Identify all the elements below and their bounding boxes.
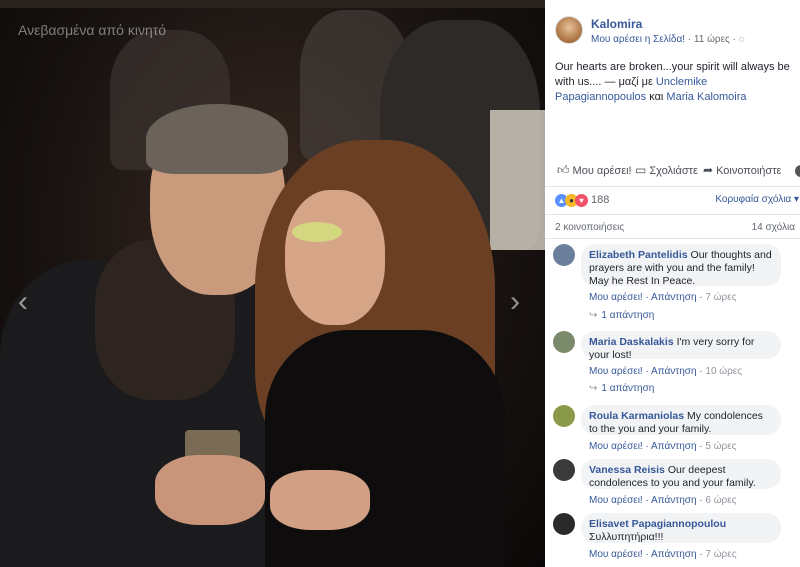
commenter-avatar[interactable] <box>553 244 575 266</box>
post-side-panel: Kalomira Μου αρέσει η Σελίδα! · 11 ώρες … <box>545 0 800 567</box>
post-timestamp[interactable]: 11 ώρες <box>694 34 730 45</box>
comment-reply-link[interactable]: Απάντηση <box>651 495 696 506</box>
next-photo-arrow-icon[interactable]: › <box>510 285 520 319</box>
comment-bubble: Elizabeth Pantelidis Our thoughts and pr… <box>581 244 781 287</box>
commenter-avatar[interactable] <box>553 405 575 427</box>
post-header: Kalomira Μου αρέσει η Σελίδα! · 11 ώρες … <box>555 14 795 50</box>
tag-join: και <box>646 91 667 103</box>
love-reaction-icon: ♥ <box>575 194 588 207</box>
man-hair <box>146 104 288 174</box>
comment-meta: Μου αρέσει! · Απάντηση · 7 ώρες <box>589 292 737 303</box>
comment-author-link[interactable]: Elisavet Papagiannopoulou <box>589 518 726 530</box>
replies-count: 1 απάντηση <box>601 310 655 321</box>
page-name-link[interactable]: Kalomira <box>591 17 642 31</box>
comment-bubble: Roula Karmaniolas My condolences to the … <box>581 405 781 435</box>
upload-source-label: Ανεβασμένα από κινητό <box>18 22 167 38</box>
woman-body <box>265 330 505 567</box>
post-photo[interactable]: Ανεβασμένα από κινητό ‹ › <box>0 0 545 567</box>
post-text: Our hearts are broken...your spirit will… <box>555 60 795 105</box>
comment-timestamp[interactable]: 7 ώρες <box>705 549 736 560</box>
comment-like-link[interactable]: Μου αρέσει! <box>589 549 643 560</box>
reactions-bar[interactable]: ▲ ● ♥ 188 Κορυφαία σχόλια ▾ <box>555 193 799 209</box>
meta-separator: · <box>642 292 652 303</box>
comment-bubble: Maria Daskalakis I'm very sorry for your… <box>581 331 781 361</box>
replies-count: 1 απάντηση <box>601 383 655 394</box>
comment-reply-link[interactable]: Απάντηση <box>651 549 696 560</box>
comment-author-link[interactable]: Elizabeth Pantelidis <box>589 249 688 261</box>
comment-button[interactable]: ▭ Σχολιάστε <box>635 163 698 177</box>
meta-separator: · <box>729 34 739 45</box>
like-label: Μου αρέσει! <box>572 165 632 177</box>
hand <box>270 470 370 530</box>
viewer-avatar[interactable] <box>795 165 800 177</box>
reply-arrow-icon: ↪ <box>589 310 598 321</box>
meta-separator: · <box>642 366 652 377</box>
view-replies-link[interactable]: ↪ 1 απάντηση <box>589 310 654 321</box>
commenter-avatar[interactable] <box>553 513 575 535</box>
comment-meta: Μου αρέσει! · Απάντηση · 7 ώρες <box>589 549 737 560</box>
share-button[interactable]: ➦ Κοινοποιήστε <box>703 163 781 177</box>
comment-author-link[interactable]: Maria Daskalakis <box>589 336 674 348</box>
comment-meta: Μου αρέσει! · Απάντηση · 5 ώρες <box>589 441 737 452</box>
comment-like-link[interactable]: Μου αρέσει! <box>589 366 643 377</box>
share-icon: ➦ <box>703 163 714 177</box>
background-light <box>490 110 545 250</box>
view-replies-link[interactable]: ↪ 1 απάντηση <box>589 383 654 394</box>
thumbs-up-icon: 👍︎ <box>557 163 570 177</box>
comment-like-link[interactable]: Μου αρέσει! <box>589 292 643 303</box>
page-avatar[interactable] <box>555 16 583 44</box>
like-page-link[interactable]: Μου αρέσει η Σελίδα! <box>591 34 685 45</box>
hand <box>155 455 265 525</box>
globe-icon: ◌ <box>738 34 745 45</box>
comment-author-link[interactable]: Vanessa Reisis <box>589 464 665 476</box>
reply-arrow-icon: ↪ <box>589 383 598 394</box>
meta-separator: · <box>642 549 652 560</box>
comment-author-link[interactable]: Roula Karmaniolas <box>589 410 684 422</box>
post-stats: 2 κοινοποιήσεις 14 σχόλια <box>555 222 795 233</box>
reaction-count[interactable]: 188 <box>591 194 609 206</box>
woman-face <box>285 190 385 325</box>
comment-meta: Μου αρέσει! · Απάντηση · 6 ώρες <box>589 495 737 506</box>
comment-timestamp[interactable]: 10 ώρες <box>705 366 742 377</box>
post-actions: 👍︎ Μου αρέσει! ▭ Σχολιάστε ➦ Κοινοποιήστε <box>555 163 800 179</box>
comment-like-link[interactable]: Μου αρέσει! <box>589 441 643 452</box>
meta-separator: · <box>642 441 652 452</box>
comment-bubble: Vanessa Reisis Our deepest condolences t… <box>581 459 781 489</box>
share-count-link[interactable]: 2 κοινοποιήσεις <box>555 222 624 233</box>
comment-reply-link[interactable]: Απάντηση <box>651 366 696 377</box>
share-label: Κοινοποιήστε <box>716 165 782 177</box>
comment-timestamp[interactable]: 7 ώρες <box>705 292 736 303</box>
like-button[interactable]: 👍︎ Μου αρέσει! <box>557 163 632 178</box>
light-spot <box>292 222 342 242</box>
comment-bubble: Elisavet Papagiannopoulou Συλλυπητήρια!!… <box>581 513 781 543</box>
comment-timestamp[interactable]: 6 ώρες <box>705 495 736 506</box>
meta-separator: · <box>642 495 652 506</box>
post-meta: Μου αρέσει η Σελίδα! · 11 ώρες · ◌ <box>591 34 745 45</box>
comment-icon: ▭ <box>635 163 647 177</box>
commenter-avatar[interactable] <box>553 331 575 353</box>
divider <box>545 186 800 187</box>
comment-meta: Μου αρέσει! · Απάντηση · 10 ώρες <box>589 366 742 377</box>
comment-text: Συλλυπητήρια!!! <box>589 531 664 543</box>
tagged-person-link[interactable]: Maria Kalomoira <box>666 91 746 103</box>
comment-count-link[interactable]: 14 σχόλια <box>752 222 795 233</box>
comment-reply-link[interactable]: Απάντηση <box>651 292 696 303</box>
comment-like-link[interactable]: Μου αρέσει! <box>589 495 643 506</box>
comment-timestamp[interactable]: 5 ώρες <box>705 441 736 452</box>
previous-photo-arrow-icon[interactable]: ‹ <box>18 285 28 319</box>
photo-top-strip <box>0 0 545 8</box>
commenter-avatar[interactable] <box>553 459 575 481</box>
divider <box>545 214 800 215</box>
meta-separator: · <box>685 34 694 45</box>
comment-label: Σχολιάστε <box>649 165 698 177</box>
divider <box>545 238 800 239</box>
comment-sort-dropdown[interactable]: Κορυφαία σχόλια ▾ <box>715 194 799 205</box>
comment-reply-link[interactable]: Απάντηση <box>651 441 696 452</box>
